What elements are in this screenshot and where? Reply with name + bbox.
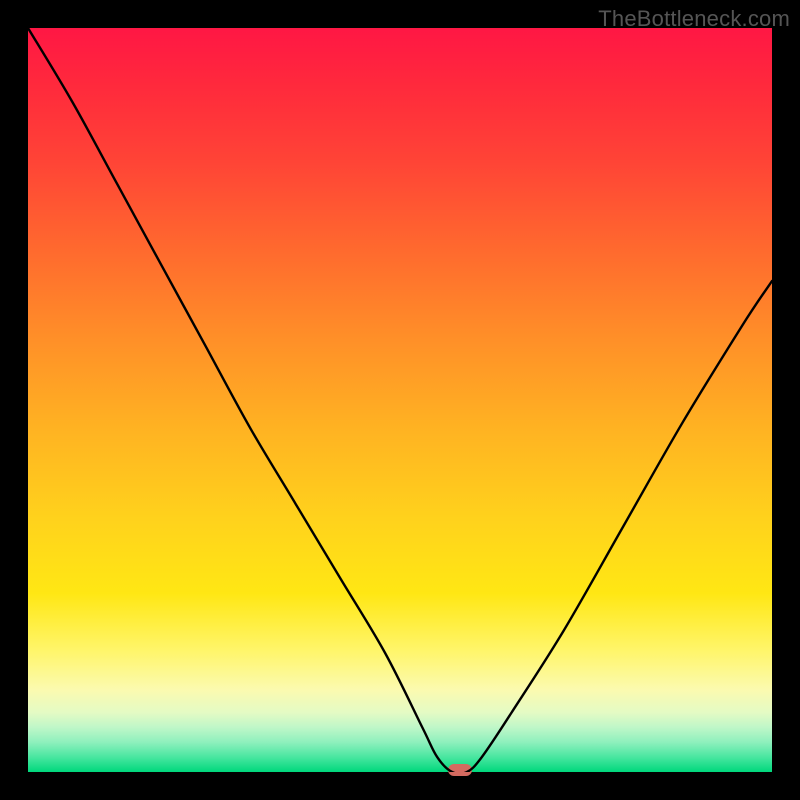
chart-frame: TheBottleneck.com <box>0 0 800 800</box>
bottleneck-curve <box>28 28 772 772</box>
watermark-text: TheBottleneck.com <box>598 6 790 32</box>
plot-area <box>28 28 772 772</box>
curve-path <box>28 28 772 772</box>
